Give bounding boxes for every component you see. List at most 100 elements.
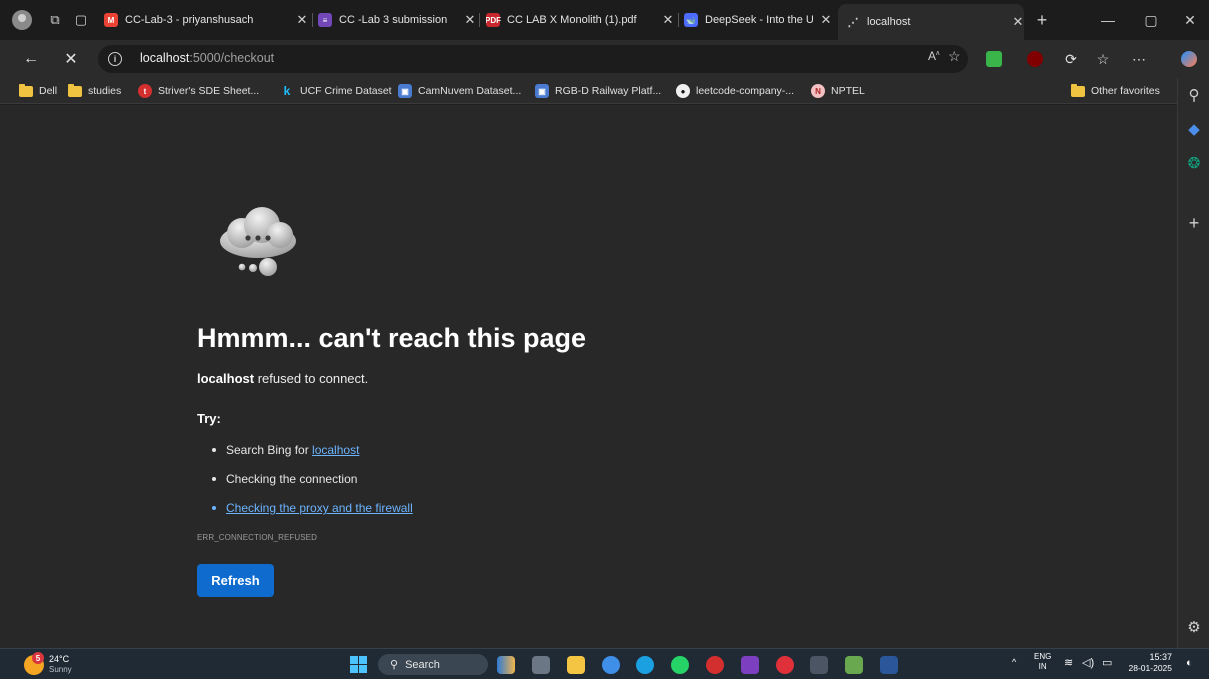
weather-condition: Sunny (49, 665, 72, 674)
task-view-icon[interactable] (532, 656, 550, 674)
search-bing-link[interactable]: localhost (312, 443, 359, 457)
shopping-tag-icon[interactable]: ◆ (1185, 120, 1203, 138)
close-tab-icon[interactable]: ✕ (820, 12, 832, 28)
extension-icon[interactable] (986, 51, 1002, 67)
close-tab-icon[interactable]: ✕ (662, 12, 674, 28)
tab-forms[interactable]: ≡ CC -Lab 3 submission ✕ (318, 6, 476, 34)
tuf-app-icon[interactable] (706, 656, 724, 674)
loading-icon: ⋰ (847, 16, 859, 29)
deepseek-icon: 🐋 (684, 13, 698, 27)
onenote-icon[interactable] (741, 656, 759, 674)
folder-icon (1071, 83, 1085, 97)
workspaces-icon[interactable]: ⧉ (46, 11, 64, 29)
proxy-firewall-link[interactable]: Checking the proxy and the firewall (226, 501, 413, 515)
pdf-icon: PDF (486, 13, 501, 27)
bookmark-striver[interactable]: t Striver's SDE Sheet... (138, 82, 259, 100)
read-aloud-icon[interactable]: Aʌ (928, 49, 940, 63)
error-code: ERR_CONNECTION_REFUSED (197, 533, 317, 542)
refresh-button[interactable]: Refresh (197, 564, 274, 597)
try-heading: Try: (197, 411, 221, 426)
suggestion-search-bing: Search Bing for localhost (212, 443, 359, 457)
url-text[interactable]: localhost:5000/checkout (140, 51, 274, 65)
taskbar-clock[interactable]: 15:37 28-01-2025 (1128, 652, 1172, 674)
nptel-icon: N (811, 84, 825, 98)
back-arrow-icon[interactable]: ← (20, 48, 42, 70)
bookmark-leetcode[interactable]: ● leetcode-company-... (676, 82, 794, 100)
error-title: Hmmm... can't reach this page (197, 323, 587, 353)
bookmark-camnuvem[interactable]: ▣ CamNuvem Dataset... (398, 82, 521, 100)
new-tab-button[interactable]: + (1030, 8, 1054, 32)
site-info-icon[interactable]: i (108, 52, 122, 66)
navigation-bar: ← ✕ i localhost:5000/checkout Aʌ ☆ ⟳ ☆ ⋯ (0, 40, 1209, 78)
site-icon: ▣ (398, 84, 412, 98)
weather-badge: 5 (32, 652, 44, 664)
edge-sidebar: ⚲ ◆ ❂ + ⚙ (1177, 78, 1209, 648)
address-bar[interactable]: i localhost:5000/checkout Aʌ ☆ (98, 45, 968, 73)
favorites-icon[interactable]: ☆ (1092, 48, 1114, 70)
search-icon[interactable]: ⚲ (1185, 86, 1203, 104)
whatsapp-icon[interactable] (671, 656, 689, 674)
volume-icon[interactable]: ◁) (1082, 656, 1094, 669)
extensions-icon[interactable]: ⟳ (1060, 48, 1082, 70)
close-window-button[interactable]: ✕ (1178, 8, 1202, 32)
taskbar-search[interactable]: ⚲ Search (378, 654, 488, 675)
kaggle-icon: k (283, 84, 291, 98)
favorite-star-icon[interactable]: ☆ (948, 48, 961, 65)
site-icon: ▣ (535, 84, 549, 98)
folder-icon (19, 83, 33, 97)
copilot-icon[interactable] (1181, 51, 1197, 67)
more-menu-icon[interactable]: ⋯ (1128, 48, 1150, 70)
edge-icon[interactable] (636, 656, 654, 674)
bookmark-nptel[interactable]: N NPTEL (811, 82, 865, 100)
stop-loading-icon[interactable]: ✕ (60, 48, 82, 70)
bookmark-dell[interactable]: Dell (19, 82, 57, 100)
wifi-icon[interactable]: ≋ (1064, 656, 1073, 669)
tab-gmail[interactable]: M CC-Lab-3 - priyanshusach ✕ (104, 6, 308, 34)
error-page: Hmmm... can't reach this page localhost … (0, 105, 1177, 648)
gmail-icon: M (104, 13, 118, 27)
folder-icon (68, 83, 82, 97)
github-icon: ● (676, 84, 690, 98)
add-sidebar-app-icon[interactable]: + (1185, 213, 1203, 233)
close-tab-icon[interactable]: ✕ (296, 12, 308, 28)
bookmark-ucf-crime[interactable]: k UCF Crime Dataset (280, 82, 392, 100)
close-tab-icon[interactable]: ✕ (464, 12, 476, 28)
cloud-error-icon (220, 207, 296, 276)
close-tab-icon[interactable]: ✕ (1012, 14, 1024, 30)
bookmark-other-favorites[interactable]: Other favorites (1071, 82, 1160, 100)
suggestion-check-connection: Checking the connection (212, 472, 357, 486)
widgets-icon[interactable] (497, 656, 515, 674)
tab-localhost-active[interactable]: ⋰ localhost ✕ (838, 4, 1024, 40)
file-explorer-icon[interactable] (567, 656, 585, 674)
word-icon[interactable] (880, 656, 898, 674)
favorites-bar: Dell studies t Striver's SDE Sheet... k UC… (0, 78, 1209, 104)
start-button[interactable] (350, 656, 367, 673)
chatgpt-icon[interactable]: ❂ (1185, 154, 1203, 172)
tray-overflow-icon[interactable]: ^ (1012, 657, 1016, 667)
sidebar-settings-icon[interactable]: ⚙ (1185, 618, 1203, 636)
suggestion-check-proxy: Checking the proxy and the firewall (212, 501, 413, 515)
tab-pdf[interactable]: PDF CC LAB X Monolith (1).pdf ✕ (486, 6, 674, 34)
battery-icon[interactable]: ▭ (1102, 656, 1112, 669)
bookmark-studies[interactable]: studies (68, 82, 121, 100)
bookmark-rgbd-railway[interactable]: ▣ RGB-D Railway Platf... (535, 82, 661, 100)
tab-strip: ⧉ ▢ M CC-Lab-3 - priyanshusach ✕ ≡ CC -L… (0, 0, 1209, 40)
notifications-icon[interactable]: ◐ (1186, 657, 1193, 669)
terminal-icon[interactable] (810, 656, 828, 674)
ublock-icon[interactable] (1027, 51, 1043, 67)
tuf-icon: t (138, 84, 152, 98)
profile-avatar[interactable] (12, 10, 32, 30)
restore-button[interactable]: ▢ (1139, 8, 1163, 32)
weather-temperature[interactable]: 24°C (49, 654, 69, 664)
vscode-icon[interactable] (602, 656, 620, 674)
search-icon: ⚲ (390, 659, 399, 671)
tab-actions-icon[interactable]: ▢ (72, 11, 90, 29)
error-message: localhost refused to connect. (197, 371, 369, 386)
windows-taskbar: 5 24°C Sunny ⚲ Search ^ ENG IN ≋ ◁) ▭ 15:3… (0, 648, 1209, 679)
minimize-button[interactable]: — (1096, 8, 1120, 32)
opera-icon[interactable] (776, 656, 794, 674)
tab-deepseek[interactable]: 🐋 DeepSeek - Into the Unkn ✕ (684, 6, 832, 34)
language-indicator[interactable]: ENG IN (1034, 652, 1051, 672)
forms-icon: ≡ (318, 13, 332, 27)
notepad-icon[interactable] (845, 656, 863, 674)
